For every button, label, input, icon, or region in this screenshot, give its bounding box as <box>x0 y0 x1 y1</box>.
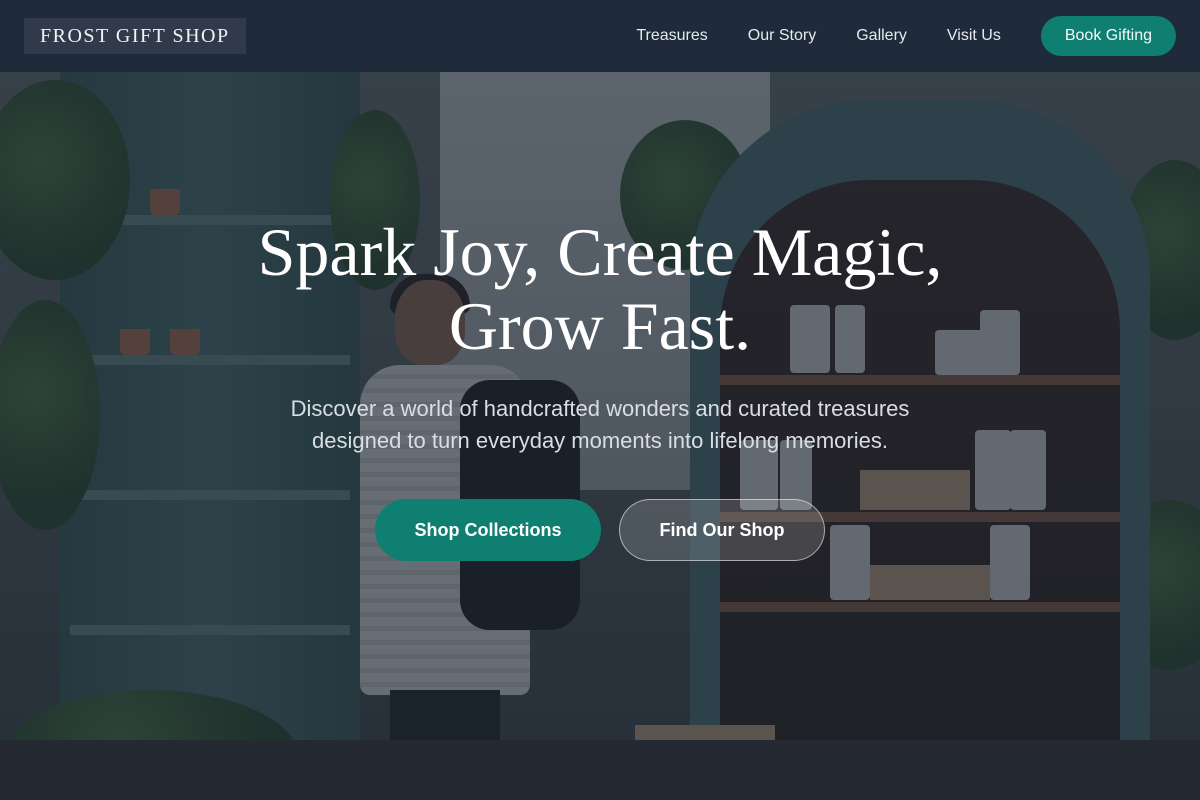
nav-link-treasures[interactable]: Treasures <box>636 27 707 45</box>
hero-section: Spark Joy, Create Magic, Grow Fast. Disc… <box>200 215 1000 561</box>
nav-links: Treasures Our Story Gallery Visit Us Boo… <box>596 16 1176 56</box>
nav-link-gallery[interactable]: Gallery <box>856 27 907 45</box>
hero-title: Spark Joy, Create Magic, Grow Fast. <box>200 215 1000 363</box>
book-gifting-button[interactable]: Book Gifting <box>1040 16 1176 56</box>
hero-title-line-1: Spark Joy, Create Magic, <box>257 214 943 290</box>
landing-page: FROST GIFT SHOP Treasures Our Story Gall… <box>0 0 1200 800</box>
hero-actions: Shop Collections Find Our Shop <box>200 499 1000 561</box>
hero-subtitle: Discover a world of handcrafted wonders … <box>290 396 910 453</box>
nav-link-visit-us[interactable]: Visit Us <box>947 27 1001 45</box>
top-navbar: FROST GIFT SHOP Treasures Our Story Gall… <box>0 0 1200 72</box>
find-our-shop-button[interactable]: Find Our Shop <box>619 499 825 561</box>
brand-logo[interactable]: FROST GIFT SHOP <box>24 18 246 54</box>
shop-collections-button[interactable]: Shop Collections <box>375 499 601 561</box>
nav-link-our-story[interactable]: Our Story <box>748 27 816 45</box>
hero-title-line-2: Grow Fast. <box>448 288 752 364</box>
